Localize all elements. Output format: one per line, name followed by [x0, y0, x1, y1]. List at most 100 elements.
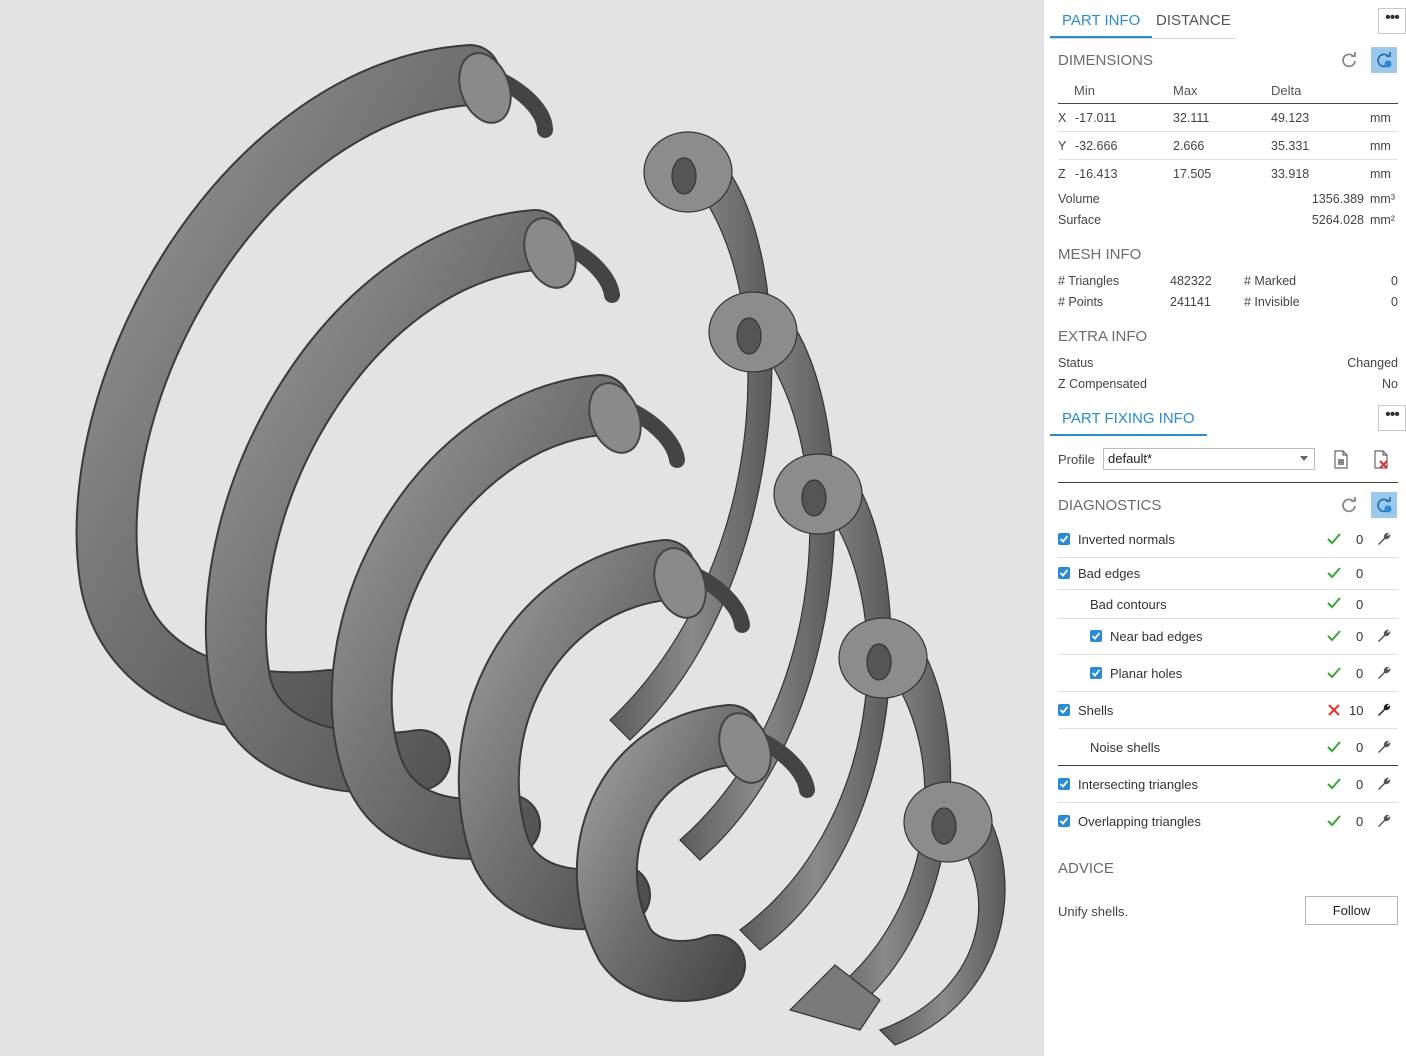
profile-select[interactable]: default* — [1103, 448, 1315, 470]
checkmark-icon — [1059, 535, 1069, 543]
dimensions-title: DIMENSIONS — [1058, 52, 1154, 69]
dim-max: 2.666 — [1173, 139, 1205, 153]
intersecting-triangles-checkbox[interactable] — [1058, 778, 1070, 790]
header-delta: Delta — [1271, 83, 1302, 98]
header-min: Min — [1074, 83, 1095, 98]
status-value: Changed — [1347, 356, 1398, 370]
refresh-dimensions-button[interactable] — [1336, 47, 1362, 73]
delete-document-icon — [1374, 450, 1388, 469]
axis-label: Z — [1058, 167, 1066, 181]
z-compensated-label: Z Compensated — [1058, 377, 1147, 391]
row-divider — [1058, 618, 1398, 619]
row-divider — [1058, 691, 1398, 692]
surface-label: Surface — [1058, 213, 1102, 227]
ring-band-3 — [739, 453, 892, 951]
surface-unit: mm² — [1370, 213, 1395, 227]
diagnostic-label: Bad contours — [1090, 597, 1167, 612]
auto-refresh-icon — [1377, 497, 1392, 513]
status-label: Status — [1058, 356, 1094, 370]
diagnostic-count: 0 — [1356, 566, 1364, 581]
row-divider — [1058, 728, 1398, 729]
diagnostic-label: Noise shells — [1090, 740, 1161, 755]
dim-min: -32.666 — [1075, 139, 1118, 153]
more-options-button[interactable]: ••• — [1378, 8, 1406, 34]
ok-check-icon — [1327, 597, 1341, 609]
header-max: Max — [1173, 83, 1198, 98]
wrench-icon[interactable] — [1376, 665, 1392, 681]
save-profile-button[interactable] — [1328, 446, 1354, 472]
tab-part-fixing-info[interactable]: PART FIXING INFO — [1050, 398, 1207, 436]
dim-min: -16.413 — [1075, 167, 1118, 181]
dim-delta: 49.123 — [1271, 111, 1310, 125]
near-bad-edges-checkbox[interactable] — [1090, 630, 1102, 642]
diagnostic-count: 0 — [1356, 814, 1364, 829]
ok-check-icon — [1327, 741, 1341, 753]
wrench-icon[interactable] — [1376, 739, 1392, 755]
ok-check-icon — [1327, 567, 1341, 579]
wrench-icon[interactable] — [1376, 702, 1392, 718]
dim-unit: mm — [1370, 167, 1391, 181]
dim-min: -17.011 — [1075, 111, 1117, 125]
triangles-value: 482322 — [1170, 274, 1212, 288]
auto-update-diagnostics-button[interactable] — [1371, 492, 1397, 518]
marked-value: 0 — [1391, 274, 1398, 288]
checkmark-icon — [1059, 817, 1069, 825]
dim-unit: mm — [1370, 111, 1391, 125]
row-divider — [1058, 557, 1398, 558]
auto-update-dimensions-button[interactable] — [1371, 47, 1397, 73]
diagnostic-label: Overlapping triangles — [1078, 814, 1201, 829]
dim-max: 32.111 — [1173, 111, 1210, 125]
diagnostic-count: 0 — [1356, 629, 1364, 644]
checkmark-icon — [1059, 706, 1069, 714]
diagnostic-label: Shells — [1078, 703, 1114, 718]
dim-delta: 33.918 — [1271, 167, 1310, 181]
document-icon — [1334, 450, 1348, 469]
wrench-icon[interactable] — [1376, 628, 1392, 644]
refresh-icon — [1342, 52, 1356, 68]
diagnostic-count: 0 — [1356, 777, 1364, 792]
mesh-info-title: MESH INFO — [1058, 246, 1142, 263]
refresh-diagnostics-button[interactable] — [1336, 492, 1362, 518]
row-divider — [1058, 131, 1398, 132]
diagnostic-count: 0 — [1356, 532, 1364, 547]
advice-title: ADVICE — [1058, 860, 1114, 877]
follow-button[interactable]: Follow — [1305, 896, 1398, 925]
inverted-normals-checkbox[interactable] — [1058, 533, 1070, 545]
checkmark-icon — [1091, 632, 1101, 640]
invisible-value: 0 — [1391, 295, 1398, 309]
diagnostic-count: 10 — [1349, 703, 1364, 718]
wrench-icon[interactable] — [1376, 776, 1392, 792]
bad-edges-checkbox[interactable] — [1058, 567, 1070, 579]
diagnostic-count: 0 — [1356, 740, 1364, 755]
profile-divider — [1058, 482, 1398, 483]
row-divider — [1058, 765, 1398, 766]
part-fixing-more-button[interactable]: ••• — [1378, 405, 1406, 431]
auto-refresh-icon — [1377, 52, 1392, 68]
volume-unit: mm³ — [1370, 192, 1395, 206]
shells-checkbox[interactable] — [1058, 704, 1070, 716]
chevron-down-icon — [1300, 456, 1308, 461]
diagnostic-count: 0 — [1356, 666, 1364, 681]
wrench-icon[interactable] — [1376, 531, 1392, 547]
3d-viewport[interactable] — [0, 0, 1044, 1056]
row-divider — [1058, 159, 1398, 160]
marked-label: # Marked — [1244, 274, 1297, 288]
axis-label: Y — [1058, 139, 1067, 153]
delete-profile-button[interactable] — [1368, 446, 1394, 472]
axis-label: X — [1058, 111, 1067, 125]
planar-holes-checkbox[interactable] — [1090, 667, 1102, 679]
profile-label: Profile — [1058, 452, 1095, 467]
tab-distance[interactable]: DISTANCE — [1144, 0, 1243, 38]
profile-select-value: default* — [1108, 451, 1153, 466]
volume-value: 1356.389 — [1311, 192, 1364, 206]
checkmark-icon — [1059, 780, 1069, 788]
overlapping-triangles-checkbox[interactable] — [1058, 815, 1070, 827]
tab-part-info[interactable]: PART INFO — [1050, 0, 1153, 38]
checkmark-icon — [1059, 569, 1069, 577]
dim-delta: 35.331 — [1271, 139, 1310, 153]
dim-max: 17.505 — [1173, 167, 1212, 181]
advice-text: Unify shells. — [1058, 904, 1129, 919]
ok-check-icon — [1327, 778, 1341, 790]
wrench-icon[interactable] — [1376, 813, 1392, 829]
ok-check-icon — [1327, 533, 1341, 545]
